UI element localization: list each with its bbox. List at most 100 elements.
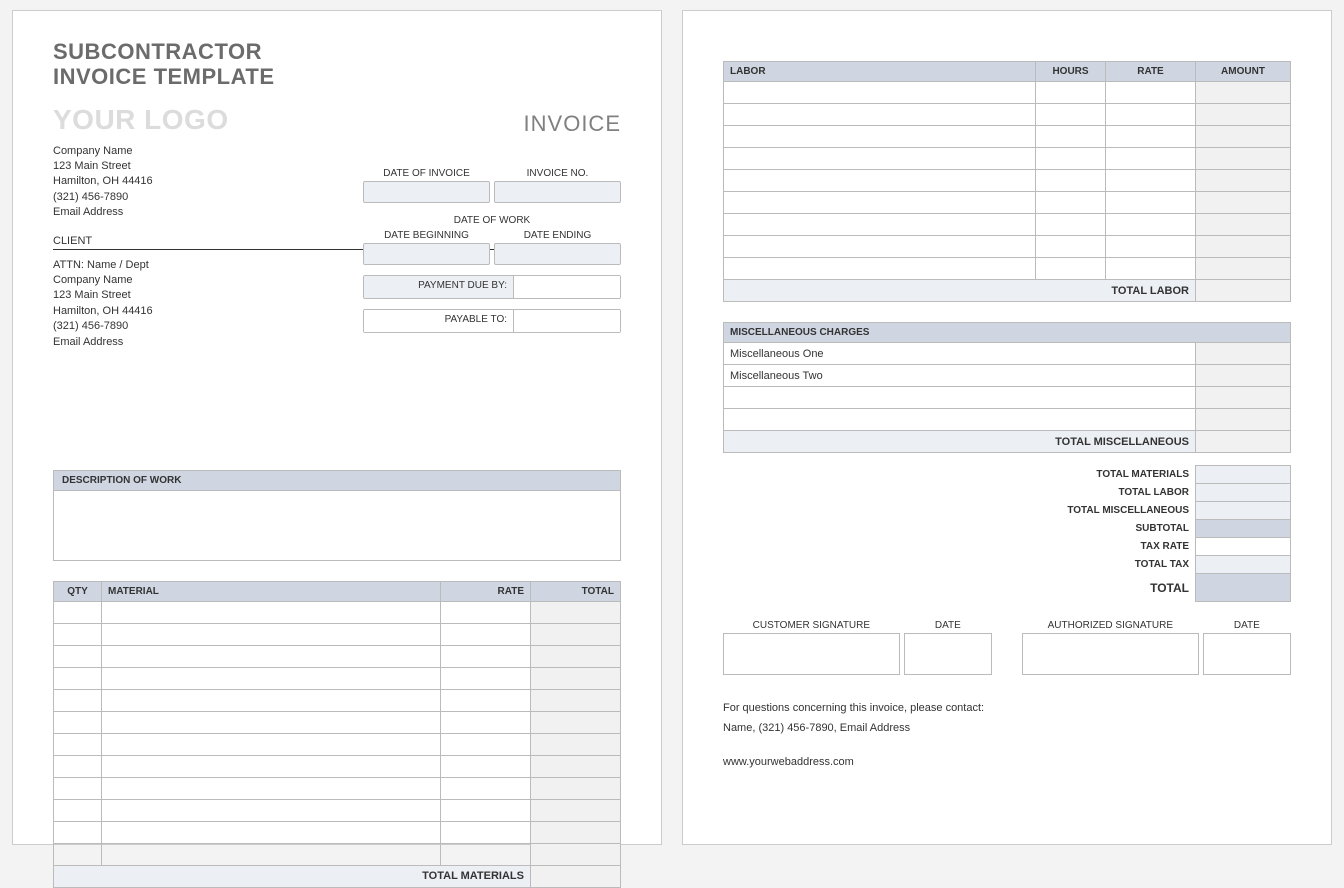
signatures: CUSTOMER SIGNATURE DATE AUTHORIZED SIGNA… — [723, 620, 1291, 675]
sum-total-labor-label: TOTAL LABOR — [950, 484, 1195, 502]
table-row — [54, 755, 621, 777]
date-begin-label: DATE BEGINNING — [363, 228, 490, 243]
table-row: Miscellaneous One — [724, 343, 1291, 365]
sum-total-tax-value[interactable] — [1196, 556, 1291, 574]
col-labor-rate: RATE — [1106, 62, 1196, 82]
table-row — [724, 148, 1291, 170]
misc-item-2[interactable]: Miscellaneous Two — [724, 365, 1196, 387]
sum-tax-rate-label: TAX RATE — [950, 538, 1195, 556]
col-rate: RATE — [441, 581, 531, 601]
col-hours: HOURS — [1036, 62, 1106, 82]
invoice-page-1: SUBCONTRACTOR INVOICE TEMPLATE YOUR LOGO… — [12, 10, 662, 845]
authorized-signature-field[interactable] — [1022, 633, 1199, 675]
total-materials-label: TOTAL MATERIALS — [54, 865, 531, 887]
table-row: Miscellaneous Two — [724, 365, 1291, 387]
total-materials-row: TOTAL MATERIALS — [54, 865, 621, 887]
title-line-2: INVOICE TEMPLATE — [53, 64, 621, 89]
date-begin-field[interactable] — [363, 243, 490, 265]
invoice-no-label: INVOICE NO. — [494, 166, 621, 181]
table-row — [724, 170, 1291, 192]
sum-total-labor-value[interactable] — [1196, 484, 1291, 502]
payable-to-field[interactable] — [514, 310, 620, 332]
table-row — [724, 258, 1291, 280]
table-row — [54, 667, 621, 689]
contact-web: www.yourwebaddress.com — [723, 753, 1291, 773]
table-row — [54, 623, 621, 645]
date-of-invoice-field[interactable] — [363, 181, 490, 203]
table-row — [724, 387, 1291, 409]
col-labor: LABOR — [724, 62, 1036, 82]
payment-due-label: PAYMENT DUE BY: — [364, 276, 514, 298]
totals-summary: TOTAL MATERIALS TOTAL LABOR TOTAL MISCEL… — [950, 465, 1291, 602]
payment-due-field[interactable] — [514, 276, 620, 298]
total-labor-row: TOTAL LABOR — [724, 280, 1291, 302]
table-row — [724, 82, 1291, 104]
customer-signature-field[interactable] — [723, 633, 900, 675]
col-amount: AMOUNT — [1196, 62, 1291, 82]
invoice-no-field[interactable] — [494, 181, 621, 203]
misc-item-1[interactable]: Miscellaneous One — [724, 343, 1196, 365]
table-row — [724, 126, 1291, 148]
table-row — [724, 104, 1291, 126]
table-row — [54, 733, 621, 755]
invoice-page-2: LABOR HOURS RATE AMOUNT TOTAL LABOR MISC… — [682, 10, 1332, 845]
client-email: Email Address — [53, 335, 621, 350]
description-field[interactable] — [53, 491, 621, 561]
customer-signature-label: CUSTOMER SIGNATURE — [723, 620, 900, 631]
date-end-label: DATE ENDING — [494, 228, 621, 243]
total-misc-row: TOTAL MISCELLANEOUS — [724, 431, 1291, 453]
col-material: MATERIAL — [102, 581, 441, 601]
table-row — [54, 821, 621, 843]
contact-block: For questions concerning this invoice, p… — [723, 699, 1291, 772]
customer-date-field[interactable] — [904, 633, 992, 675]
title-line-1: SUBCONTRACTOR — [53, 39, 621, 64]
table-row — [54, 843, 621, 865]
authorized-date-field[interactable] — [1203, 633, 1291, 675]
contact-intro: For questions concerning this invoice, p… — [723, 699, 1291, 719]
date-end-field[interactable] — [494, 243, 621, 265]
description-header: DESCRIPTION OF WORK — [53, 470, 621, 491]
materials-body: TOTAL MATERIALS — [54, 601, 621, 887]
template-title: SUBCONTRACTOR INVOICE TEMPLATE — [53, 39, 621, 90]
date-of-work-label: DATE OF WORK — [363, 213, 621, 228]
misc-header: MISCELLANEOUS CHARGES — [724, 323, 1291, 343]
customer-date-label: DATE — [904, 620, 992, 631]
table-row — [54, 777, 621, 799]
sum-subtotal-value[interactable] — [1196, 520, 1291, 538]
table-row — [724, 236, 1291, 258]
table-row — [54, 689, 621, 711]
sum-total-value[interactable] — [1196, 574, 1291, 602]
table-row — [54, 711, 621, 733]
table-row — [724, 409, 1291, 431]
from-company: Company Name — [53, 144, 621, 159]
table-row — [724, 214, 1291, 236]
col-total: TOTAL — [531, 581, 621, 601]
authorized-signature-label: AUTHORIZED SIGNATURE — [1022, 620, 1199, 631]
misc-table: MISCELLANEOUS CHARGES Miscellaneous One … — [723, 322, 1291, 453]
sum-tax-rate-value[interactable] — [1196, 538, 1291, 556]
contact-line: Name, (321) 456-7890, Email Address — [723, 719, 1291, 739]
sum-total-materials-value[interactable] — [1196, 466, 1291, 484]
table-row — [54, 645, 621, 667]
sum-total-tax-label: TOTAL TAX — [950, 556, 1195, 574]
sum-total-materials-label: TOTAL MATERIALS — [950, 466, 1195, 484]
payment-due-row: PAYMENT DUE BY: — [363, 275, 621, 299]
payable-to-label: PAYABLE TO: — [364, 310, 514, 332]
table-row — [54, 601, 621, 623]
sum-total-misc-value[interactable] — [1196, 502, 1291, 520]
sum-total-misc-label: TOTAL MISCELLANEOUS — [950, 502, 1195, 520]
labor-table: LABOR HOURS RATE AMOUNT TOTAL LABOR — [723, 61, 1291, 302]
table-row — [54, 799, 621, 821]
table-row — [724, 192, 1291, 214]
total-labor-label: TOTAL LABOR — [724, 280, 1196, 302]
materials-table: QTY MATERIAL RATE TOTAL TOTAL MATERIALS — [53, 581, 621, 888]
sum-subtotal-label: SUBTOTAL — [950, 520, 1195, 538]
total-misc-label: TOTAL MISCELLANEOUS — [724, 431, 1196, 453]
invoice-meta: DATE OF INVOICE INVOICE NO. DATE OF WORK… — [363, 166, 621, 333]
col-qty: QTY — [54, 581, 102, 601]
invoice-heading: INVOICE — [524, 111, 621, 137]
payable-to-row: PAYABLE TO: — [363, 309, 621, 333]
date-of-invoice-label: DATE OF INVOICE — [363, 166, 490, 181]
sum-total-label: TOTAL — [950, 574, 1195, 602]
authorized-date-label: DATE — [1203, 620, 1291, 631]
